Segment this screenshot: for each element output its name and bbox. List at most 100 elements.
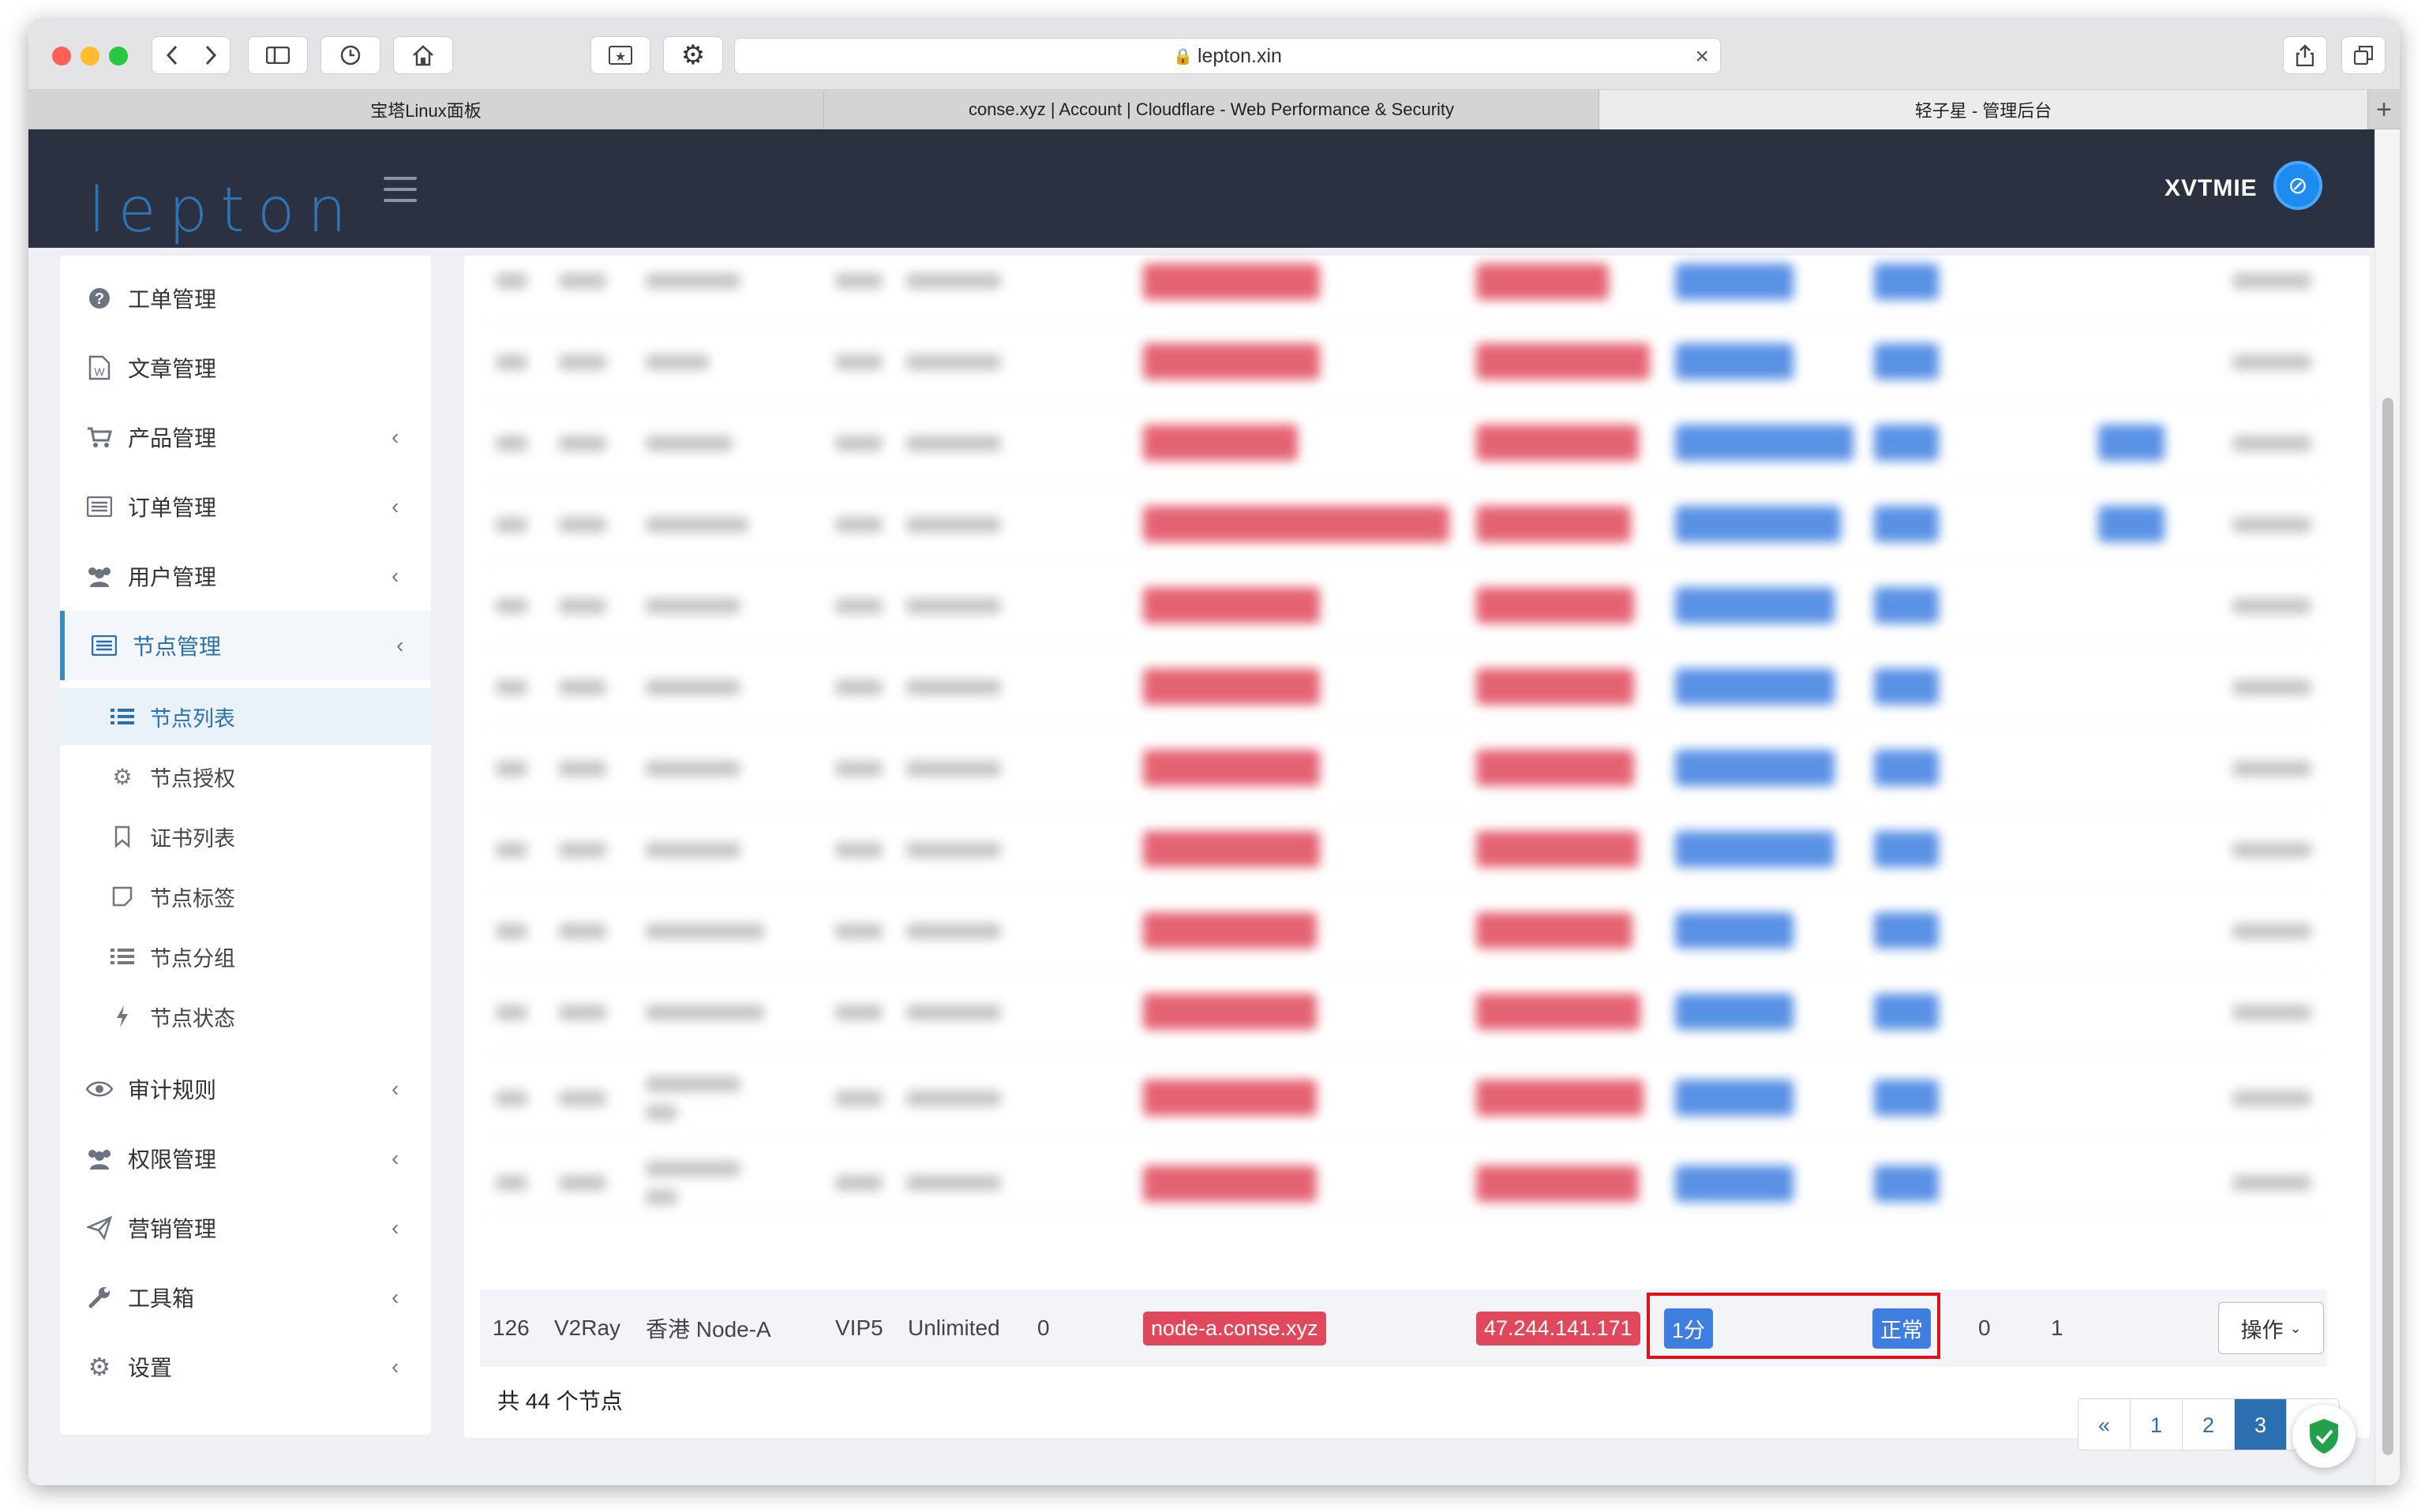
menu-toggle-icon[interactable] xyxy=(384,177,417,202)
chevron-left-icon: ‹ xyxy=(392,1285,399,1309)
sidebar-item-marketing[interactable]: 营销管理 ‹ xyxy=(60,1193,431,1263)
close-window-button[interactable] xyxy=(52,47,71,65)
action-label: 操作 xyxy=(2240,1318,2284,1342)
cog-icon: ⚙ xyxy=(112,764,133,789)
eye-icon xyxy=(85,1075,114,1103)
chevron-left-icon: ‹ xyxy=(392,1215,399,1240)
web-page: lepton XVTMIE ⊘ ? 工单管理 W 文章管理 产品管理 ‹ 订单管… xyxy=(28,129,2374,1485)
chevron-left-icon: ‹ xyxy=(392,494,399,518)
node-type: V2Ray xyxy=(554,1316,621,1340)
domain-badge: node-a.conse.xyz xyxy=(1143,1311,1326,1345)
list-ul-icon xyxy=(109,943,136,970)
bookmark-extension-button[interactable]: ★ xyxy=(590,36,650,74)
sidebar-sub-node-groups[interactable]: 节点分组 xyxy=(60,928,431,985)
sidebar-item-nodes[interactable]: 节点管理 ‹ xyxy=(60,611,431,680)
nav-buttons xyxy=(152,36,231,74)
table-row xyxy=(480,484,2327,565)
history-button[interactable] xyxy=(320,36,380,74)
forward-icon[interactable] xyxy=(204,45,217,65)
tag-icon xyxy=(109,883,136,910)
svg-text:★: ★ xyxy=(615,51,626,64)
table-row xyxy=(480,809,2327,890)
table-row xyxy=(480,565,2327,646)
action-dropdown-button[interactable]: 操作 ⌄ xyxy=(2218,1302,2324,1354)
highlight-box xyxy=(1647,1293,1940,1359)
page-scrollbar[interactable] xyxy=(2374,129,2400,1485)
node-id: 126 xyxy=(493,1316,530,1340)
tab-cloudflare[interactable]: conse.xyz | Account | Cloudflare - Web P… xyxy=(824,90,1599,129)
list-alt-icon xyxy=(85,492,114,521)
table-row xyxy=(480,321,2327,402)
sidebar-item-settings[interactable]: ⚙ 设置 ‹ xyxy=(60,1332,431,1402)
page-1-button[interactable]: 1 xyxy=(2131,1399,2183,1450)
page-2-button[interactable]: 2 xyxy=(2183,1399,2235,1450)
avatar[interactable]: ⊘ xyxy=(2273,161,2322,210)
tab-baota[interactable]: 宝塔Linux面板 xyxy=(28,90,824,129)
username[interactable]: XVTMIE xyxy=(2165,175,2258,202)
sidebar-item-toolbox[interactable]: 工具箱 ‹ xyxy=(60,1263,431,1332)
chevron-left-icon: ‹ xyxy=(392,425,399,449)
scrollbar-thumb[interactable] xyxy=(2382,398,2393,1455)
node-count-b: 1 xyxy=(2051,1316,2063,1340)
browser-window: ★ ⚙ 🔒 lepton.xin × 宝塔Linux面板 conse.xyz |… xyxy=(28,19,2400,1485)
security-shield-icon[interactable] xyxy=(2292,1405,2356,1468)
extension-gear-button[interactable]: ⚙ xyxy=(663,36,723,74)
chevron-down-icon: ‹ xyxy=(396,633,404,657)
sidebar-sub-node-auth[interactable]: ⚙ 节点授权 xyxy=(60,748,431,805)
table-row xyxy=(480,971,2327,1053)
table-row: 126 V2Ray 香港 Node-A VIP5 Unlimited 0 nod… xyxy=(480,1289,2327,1367)
chevron-left-icon: ‹ xyxy=(392,1354,399,1379)
chevron-left-icon: ‹ xyxy=(392,563,399,588)
gear-icon: ⚙ xyxy=(88,1353,111,1381)
sidebar-item-articles[interactable]: W 文章管理 xyxy=(60,333,431,402)
share-button[interactable] xyxy=(2283,36,2327,74)
sidebar-item-orders[interactable]: 订单管理 ‹ xyxy=(60,472,431,541)
page-3-button[interactable]: 3 xyxy=(2235,1399,2287,1450)
blurred-table-rows xyxy=(480,256,2327,1278)
chevron-left-icon: ‹ xyxy=(392,1076,399,1101)
sidebar-sub-node-tags[interactable]: 节点标签 xyxy=(60,868,431,925)
minimize-window-button[interactable] xyxy=(81,47,99,65)
sidebar: ? 工单管理 W 文章管理 产品管理 ‹ 订单管理 ‹ 用户管理 ‹ 节点管理 … xyxy=(60,256,431,1435)
node-count-a: 0 xyxy=(1978,1316,1991,1340)
table-row xyxy=(480,728,2327,809)
document-icon: W xyxy=(85,354,114,382)
page-prev-button[interactable]: « xyxy=(2078,1399,2131,1450)
bolt-icon xyxy=(109,1003,136,1030)
node-list-panel: 126 V2Ray 香港 Node-A VIP5 Unlimited 0 nod… xyxy=(464,256,2370,1450)
tabs-overview-button[interactable] xyxy=(2341,36,2386,74)
node-column-zero: 0 xyxy=(1037,1316,1050,1340)
home-button[interactable] xyxy=(393,36,453,74)
cart-icon xyxy=(85,423,114,451)
list-icon xyxy=(109,703,136,730)
sidebar-toggle-button[interactable] xyxy=(248,36,308,74)
tabs-icon xyxy=(2354,46,2373,65)
logo[interactable]: lepton xyxy=(88,175,359,246)
sidebar-icon xyxy=(266,47,290,64)
bookmark-icon xyxy=(109,823,136,850)
sidebar-sub-node-list[interactable]: 节点列表 xyxy=(60,688,431,745)
back-icon[interactable] xyxy=(166,45,178,65)
caret-down-icon: ⌄ xyxy=(2289,1319,2302,1336)
sidebar-item-tickets[interactable]: ? 工单管理 xyxy=(60,264,431,333)
table-row xyxy=(480,1053,2327,1134)
zoom-window-button[interactable] xyxy=(109,47,128,65)
gear-icon: ⚙ xyxy=(680,40,706,70)
sidebar-sub-certificates[interactable]: 证书列表 xyxy=(60,808,431,865)
list-alt-icon xyxy=(90,631,118,660)
sidebar-item-audit-rules[interactable]: 审计规则 ‹ xyxy=(60,1054,431,1124)
node-level: VIP5 xyxy=(835,1316,883,1340)
tab-admin[interactable]: 轻子星 - 管理后台 xyxy=(1599,90,2368,129)
sidebar-item-permissions[interactable]: 权限管理 ‹ xyxy=(60,1124,431,1193)
svg-text:W: W xyxy=(94,365,105,378)
sidebar-item-products[interactable]: 产品管理 ‹ xyxy=(60,402,431,472)
sidebar-item-users[interactable]: 用户管理 ‹ xyxy=(60,541,431,611)
new-tab-button[interactable]: + xyxy=(2368,90,2400,129)
table-row xyxy=(480,646,2327,728)
lock-icon: 🔒 xyxy=(1173,47,1193,65)
star-box-icon: ★ xyxy=(609,46,632,65)
clear-url-icon[interactable]: × xyxy=(1695,43,1709,70)
sidebar-sub-node-status[interactable]: 节点状态 xyxy=(60,988,431,1045)
address-bar[interactable]: 🔒 lepton.xin × xyxy=(734,38,1721,74)
paper-plane-icon xyxy=(85,1214,114,1242)
